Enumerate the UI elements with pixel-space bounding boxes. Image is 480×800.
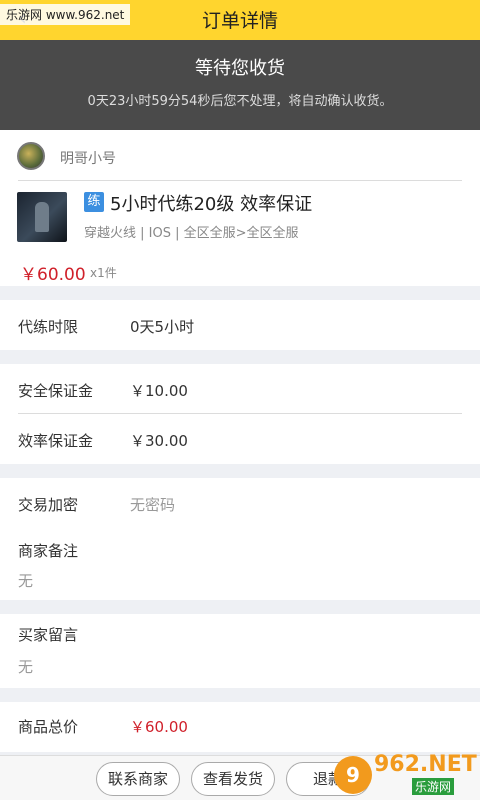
product-card: 明哥小号 练 5小时代练20级 效率保证 穿越火线 | IOS | 全区全服>全… — [0, 130, 480, 286]
trade-password-value: 无密码 — [130, 496, 176, 514]
product-quantity: x1件 — [90, 266, 117, 280]
merchant-note-value: 无 — [18, 572, 34, 590]
product-price: ￥60.00 — [20, 265, 86, 285]
contact-merchant-button[interactable]: 联系商家 — [96, 762, 180, 796]
logo-subtext: 乐游网 — [412, 778, 455, 795]
product-meta: 穿越火线 | IOS | 全区全服>全区全服 — [84, 226, 299, 241]
time-limit-section: 代练时限 0天5小时 — [0, 300, 480, 350]
time-limit-label: 代练时限 — [18, 318, 79, 336]
status-title: 等待您收货 — [195, 58, 285, 79]
buyer-message-label: 买家留言 — [18, 626, 79, 644]
efficiency-deposit-label: 效率保证金 — [18, 432, 94, 450]
total-section: 商品总价 ￥60.00 — [0, 702, 480, 752]
buyer-message-value: 无 — [18, 658, 34, 676]
time-limit-value: 0天5小时 — [130, 318, 195, 336]
safety-deposit-value: ￥10.00 — [130, 382, 188, 400]
service-type-badge: 练 — [84, 192, 104, 212]
shop-avatar[interactable] — [17, 142, 45, 170]
view-delivery-button[interactable]: 查看发货 — [191, 762, 275, 796]
efficiency-deposit-value: ￥30.00 — [130, 432, 188, 450]
trade-info-section: 交易加密 无密码 商家备注 无 — [0, 478, 480, 600]
total-price-label: 商品总价 — [18, 718, 79, 736]
logo-text: 962.NET — [374, 752, 477, 777]
deposit-section: 安全保证金 ￥10.00 效率保证金 ￥30.00 — [0, 364, 480, 464]
safety-deposit-label: 安全保证金 — [18, 382, 94, 400]
auto-confirm-countdown: 0天23小时59分54秒后您不处理，将自动确认收货。 — [87, 94, 393, 109]
product-thumbnail[interactable] — [17, 192, 67, 242]
logo-circle: 9 — [334, 756, 372, 794]
divider — [18, 180, 462, 181]
shop-name[interactable]: 明哥小号 — [60, 148, 116, 168]
order-status-banner: 等待您收货 0天23小时59分54秒后您不处理，将自动确认收货。 — [0, 40, 480, 130]
product-title[interactable]: 5小时代练20级 效率保证 — [110, 190, 312, 216]
buyer-message-section: 买家留言 无 — [0, 614, 480, 688]
total-price-value: ￥60.00 — [130, 718, 188, 736]
site-watermark: 乐游网 www.962.net — [0, 4, 131, 25]
merchant-note-label: 商家备注 — [18, 542, 79, 560]
site-logo-watermark: 9 962.NET 乐游网 — [334, 752, 477, 798]
divider — [18, 413, 462, 414]
trade-password-label: 交易加密 — [18, 496, 79, 514]
